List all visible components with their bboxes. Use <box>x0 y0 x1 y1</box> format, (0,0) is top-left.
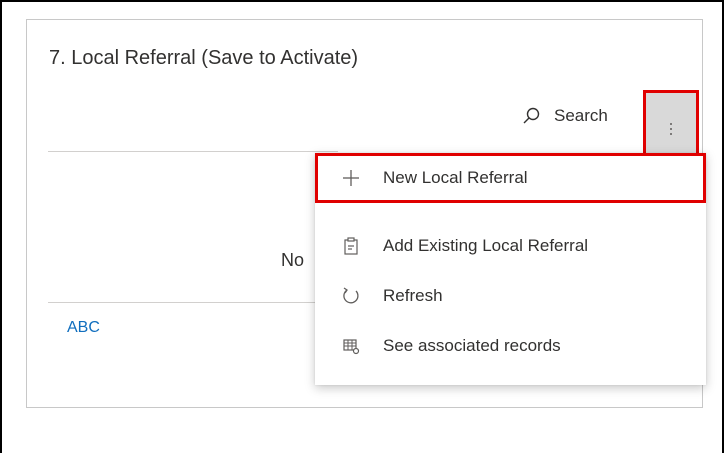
menu-item-new-local-referral[interactable]: New Local Referral <box>315 153 706 203</box>
menu-item-see-associated-records[interactable]: See associated records <box>315 321 706 371</box>
empty-state-text: No <box>281 250 305 270</box>
menu-item-add-existing-local-referral[interactable]: Add Existing Local Referral <box>315 221 706 271</box>
menu-item-label: Refresh <box>383 286 443 305</box>
menu-item-refresh[interactable]: Refresh <box>315 271 706 321</box>
divider <box>48 151 338 152</box>
overflow-menu: New Local Referral Add Existing Local Re… <box>315 153 706 385</box>
search-label: Search <box>554 106 608 125</box>
menu-item-label: See associated records <box>383 336 561 355</box>
menu-item-label: New Local Referral <box>383 168 528 187</box>
grid-records-icon <box>341 336 361 356</box>
abc-link[interactable]: ABC <box>67 319 100 337</box>
search-button[interactable]: Search <box>522 106 608 126</box>
search-icon <box>522 107 540 125</box>
divider <box>48 302 338 303</box>
plus-icon <box>341 168 361 188</box>
menu-item-label: Add Existing Local Referral <box>383 236 589 255</box>
card-title: 7. Local Referral (Save to Activate) <box>49 47 359 69</box>
refresh-icon <box>341 286 361 306</box>
clipboard-icon <box>341 236 361 256</box>
more-vertical-icon <box>670 123 672 135</box>
